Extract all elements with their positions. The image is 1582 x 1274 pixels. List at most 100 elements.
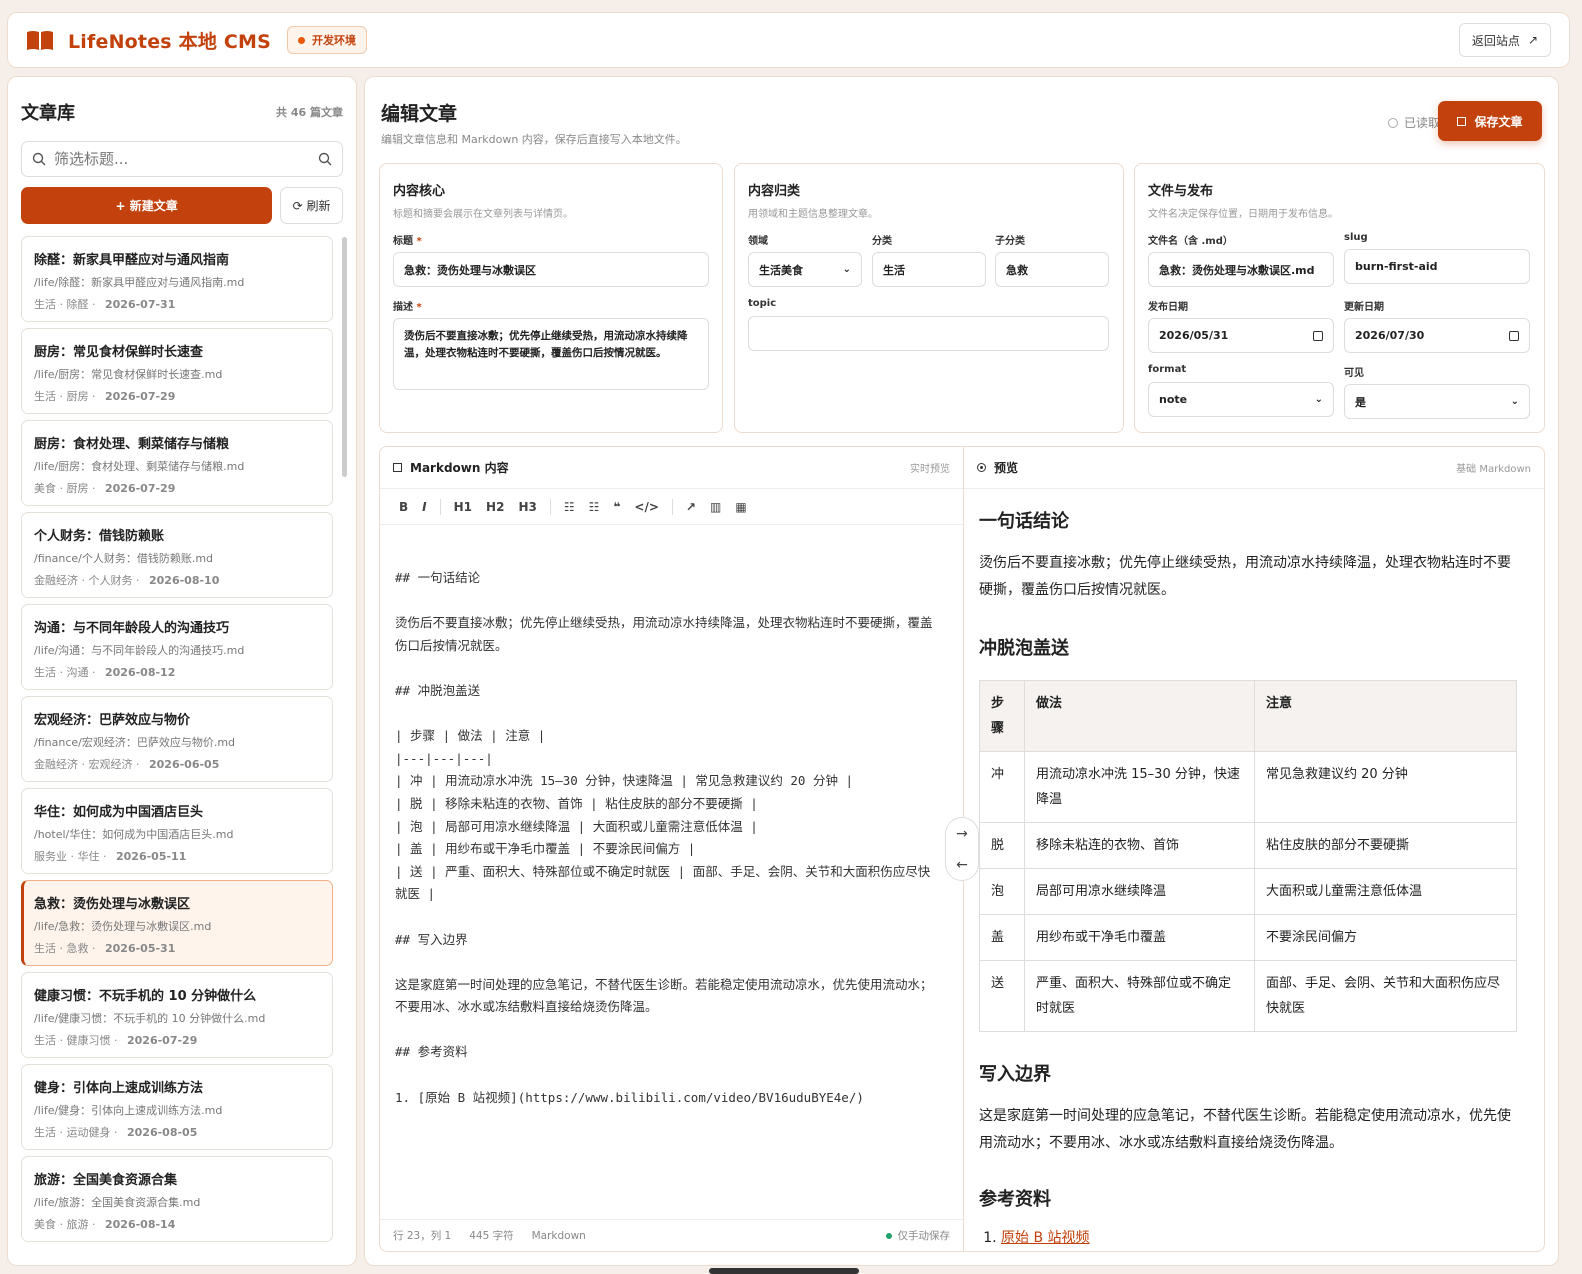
file-publish-desc: 文件名决定保存位置，日期用于发布信息。: [1148, 209, 1338, 220]
article-list-item[interactable]: 除醛：新家具甲醛应对与通风指南/life/除醛：新家具甲醛应对与通风指南.md 生…: [21, 236, 333, 322]
content-category-title: 内容归类: [748, 184, 801, 199]
preview-heading-3: 写入边界: [979, 1064, 1051, 1085]
content-core-desc: 标题和摘要会展示在文章列表与详情页。: [393, 209, 573, 220]
article-category: 生活 · 沟通: [34, 666, 89, 679]
table-header-cell: 步骤: [979, 680, 1025, 752]
article-path: /life/健康习惯：不玩手机的 10 分钟做什么.md: [34, 1012, 266, 1025]
update-date-input[interactable]: 2026/07/30: [1344, 318, 1530, 353]
home-indicator: [709, 1268, 859, 1274]
subcategory-input[interactable]: 急救: [995, 252, 1109, 287]
search-input[interactable]: [46, 150, 318, 168]
brand-title: LifeNotes 本地 CMS: [68, 30, 271, 53]
reference-link[interactable]: 原始 B 站视频: [1001, 1230, 1090, 1246]
refresh-button[interactable]: ⟳ 刷新: [280, 187, 343, 224]
article-date: 2026-08-05: [127, 1126, 198, 1139]
markdown-editor-pane: Markdown 内容 实时预览 B I H1 H2 H3 ☷ ☷ ❝ </> ↗ ▥ ▦ ## 一句…: [379, 446, 963, 1252]
h3-button[interactable]: H3: [511, 500, 543, 514]
article-list-item[interactable]: 华住：如何成为中国酒店巨头/hotel/华住：如何成为中国酒店巨头.md 服务业 …: [21, 788, 333, 874]
new-article-button[interactable]: + 新建文章: [21, 187, 273, 224]
domain-select[interactable]: 生活美食 ⌄: [748, 252, 862, 287]
bold-button[interactable]: B: [392, 500, 415, 514]
article-list-item[interactable]: 厨房：食材处理、剩菜储存与储粮/life/厨房：食材处理、剩菜储存与储粮.md 美…: [21, 420, 333, 506]
ordered-list-button[interactable]: ☷: [582, 500, 607, 514]
back-to-site-button[interactable]: 返回站点 ↗: [1458, 23, 1551, 57]
quote-button[interactable]: ❝: [606, 500, 627, 514]
format-select[interactable]: note ⌄: [1148, 382, 1334, 417]
preview-heading-4: 参考资料: [979, 1189, 1051, 1210]
article-category: 生活 · 运动健身: [34, 1126, 111, 1139]
article-list-item[interactable]: 沟通：与不同年龄段人的沟通技巧/life/沟通：与不同年龄段人的沟通技巧.md 生…: [21, 604, 333, 690]
link-button[interactable]: ↗: [679, 500, 703, 514]
chevron-down-icon: ⌄: [1510, 396, 1519, 407]
content-core-card: 内容核心 标题和摘要会展示在文章列表与详情页。 标题 * 急救：烫伤处理与冰敷误…: [379, 163, 723, 433]
article-list-item[interactable]: 旅游：全国美食资源合集/life/旅游：全国美食资源合集.md 美食 · 旅游 ·…: [21, 1156, 333, 1242]
topic-input[interactable]: [748, 316, 1109, 351]
arrow-left-icon: ←: [956, 856, 968, 873]
save-article-button[interactable]: 保存文章: [1438, 101, 1542, 141]
arrow-right-icon: →: [956, 825, 968, 842]
title-input[interactable]: 急救：烫伤处理与冰敷误区: [393, 252, 709, 287]
h2-button[interactable]: H2: [479, 500, 511, 514]
article-category: 美食 · 厨房: [34, 482, 89, 495]
slug-input[interactable]: burn-first-aid: [1344, 249, 1530, 284]
article-title: 厨房：常见食材保鲜时长速查: [34, 345, 204, 360]
category-input[interactable]: 生活: [872, 252, 986, 287]
swap-panes-button[interactable]: → ←: [945, 817, 979, 881]
article-list-item[interactable]: 厨房：常见食材保鲜时长速查/life/厨房：常见食材保鲜时长速查.md 生活 · …: [21, 328, 333, 414]
table-row: 脱移除未粘连的衣物、首饰 粘住皮肤的部分不要硬撕: [979, 822, 1517, 869]
char-count: 445 字符: [469, 1230, 514, 1242]
preview-heading-1: 一句话结论: [979, 511, 1069, 532]
chevron-down-icon: ⌄: [842, 264, 851, 275]
editor-status-bar: 行 23，列 1 445 字符 Markdown 仅手动保存: [380, 1219, 963, 1251]
load-status-label: 已读取: [1403, 116, 1440, 130]
book-icon: [27, 31, 53, 50]
article-list-item[interactable]: 健康习惯：不玩手机的 10 分钟做什么/life/健康习惯：不玩手机的 10 分…: [21, 972, 333, 1058]
file-publish-card: 文件与发布 文件名决定保存位置，日期用于发布信息。 文件名（含 .md） 急救：…: [1134, 163, 1545, 433]
table-cell: 局部可用凉水继续降温: [1024, 868, 1255, 915]
publish-date-input[interactable]: 2026/05/31: [1148, 318, 1334, 353]
table-cell: 大面积或儿童需注意低体温: [1254, 868, 1517, 915]
article-date: 2026-05-11: [116, 850, 187, 863]
article-date: 2026-08-10: [149, 574, 220, 587]
image-button[interactable]: ▥: [703, 500, 728, 514]
content-category-desc: 用领域和主题信息整理文章。: [748, 209, 878, 220]
sidebar-title: 文章库: [21, 103, 75, 124]
article-path: /finance/个人财务：借钱防赖账.md: [34, 552, 214, 565]
article-date: 2026-08-12: [105, 666, 176, 679]
description-label: 描述 *: [393, 302, 422, 313]
bullet-list-button[interactable]: ☷: [557, 500, 582, 514]
manual-save-status: 仅手动保存: [885, 1228, 950, 1243]
article-title: 除醛：新家具甲醛应对与通风指南: [34, 253, 230, 268]
article-path: /life/厨房：食材处理、剩菜储存与储粮.md: [34, 460, 245, 473]
table-cell: 常见急救建议约 20 分钟: [1254, 751, 1517, 823]
visible-label: 可见: [1344, 368, 1364, 379]
table-header-cell: 注意: [1254, 680, 1517, 752]
description-textarea[interactable]: 烫伤后不要直接冰敷；优先停止继续受热，用流动凉水持续降温，处理衣物粘连时不要硬撕…: [393, 318, 709, 390]
filename-input[interactable]: 急救：烫伤处理与冰敷误区.md: [1148, 252, 1334, 287]
visible-select[interactable]: 是 ⌄: [1344, 384, 1530, 419]
search-box[interactable]: [21, 141, 343, 177]
article-list-item[interactable]: 健身：引体向上速成训练方法/life/健身：引体向上速成训练方法.md 生活 · …: [21, 1064, 333, 1150]
toolbar-separator: [549, 498, 551, 515]
toolbar-separator: [671, 498, 673, 515]
file-publish-title: 文件与发布: [1148, 184, 1214, 199]
load-status: 已读取: [1387, 114, 1440, 131]
article-title: 沟通：与不同年龄段人的沟通技巧: [34, 621, 230, 636]
code-button[interactable]: </>: [627, 500, 666, 514]
article-list-item[interactable]: 急救：烫伤处理与冰敷误区/life/急救：烫伤处理与冰敷误区.md 生活 · 急救…: [21, 880, 333, 966]
markdown-textarea[interactable]: ## 一句话结论 烫伤后不要直接冰敷；优先停止继续受热，用流动凉水持续降温，处理…: [395, 567, 940, 1109]
article-title: 健康习惯：不玩手机的 10 分钟做什么: [34, 989, 257, 1004]
calendar-icon: [1509, 330, 1519, 341]
article-list-item[interactable]: 宏观经济：巴萨效应与物价/finance/宏观经济：巴萨效应与物价.md 金融经济…: [21, 696, 333, 782]
h1-button[interactable]: H1: [447, 500, 479, 514]
title-label: 标题 *: [393, 236, 422, 247]
article-list-item[interactable]: 个人财务：借钱防赖账/finance/个人财务：借钱防赖账.md 金融经济 · 个…: [21, 512, 333, 598]
italic-button[interactable]: I: [415, 500, 433, 514]
article-path: /life/沟通：与不同年龄段人的沟通技巧.md: [34, 644, 245, 657]
sidebar-scrollbar[interactable]: [342, 237, 347, 477]
preview-paragraph-1: 烫伤后不要直接冰敷；优先停止继续受热，用流动凉水持续降温，处理衣物粘连时不要硬撕…: [979, 555, 1511, 598]
table-button[interactable]: ▦: [728, 500, 753, 514]
preview-heading-2: 冲脱泡盖送: [979, 638, 1069, 659]
cursor-position: 行 23，列 1: [393, 1230, 452, 1242]
article-path: /life/旅游：全国美食资源合集.md: [34, 1196, 201, 1209]
